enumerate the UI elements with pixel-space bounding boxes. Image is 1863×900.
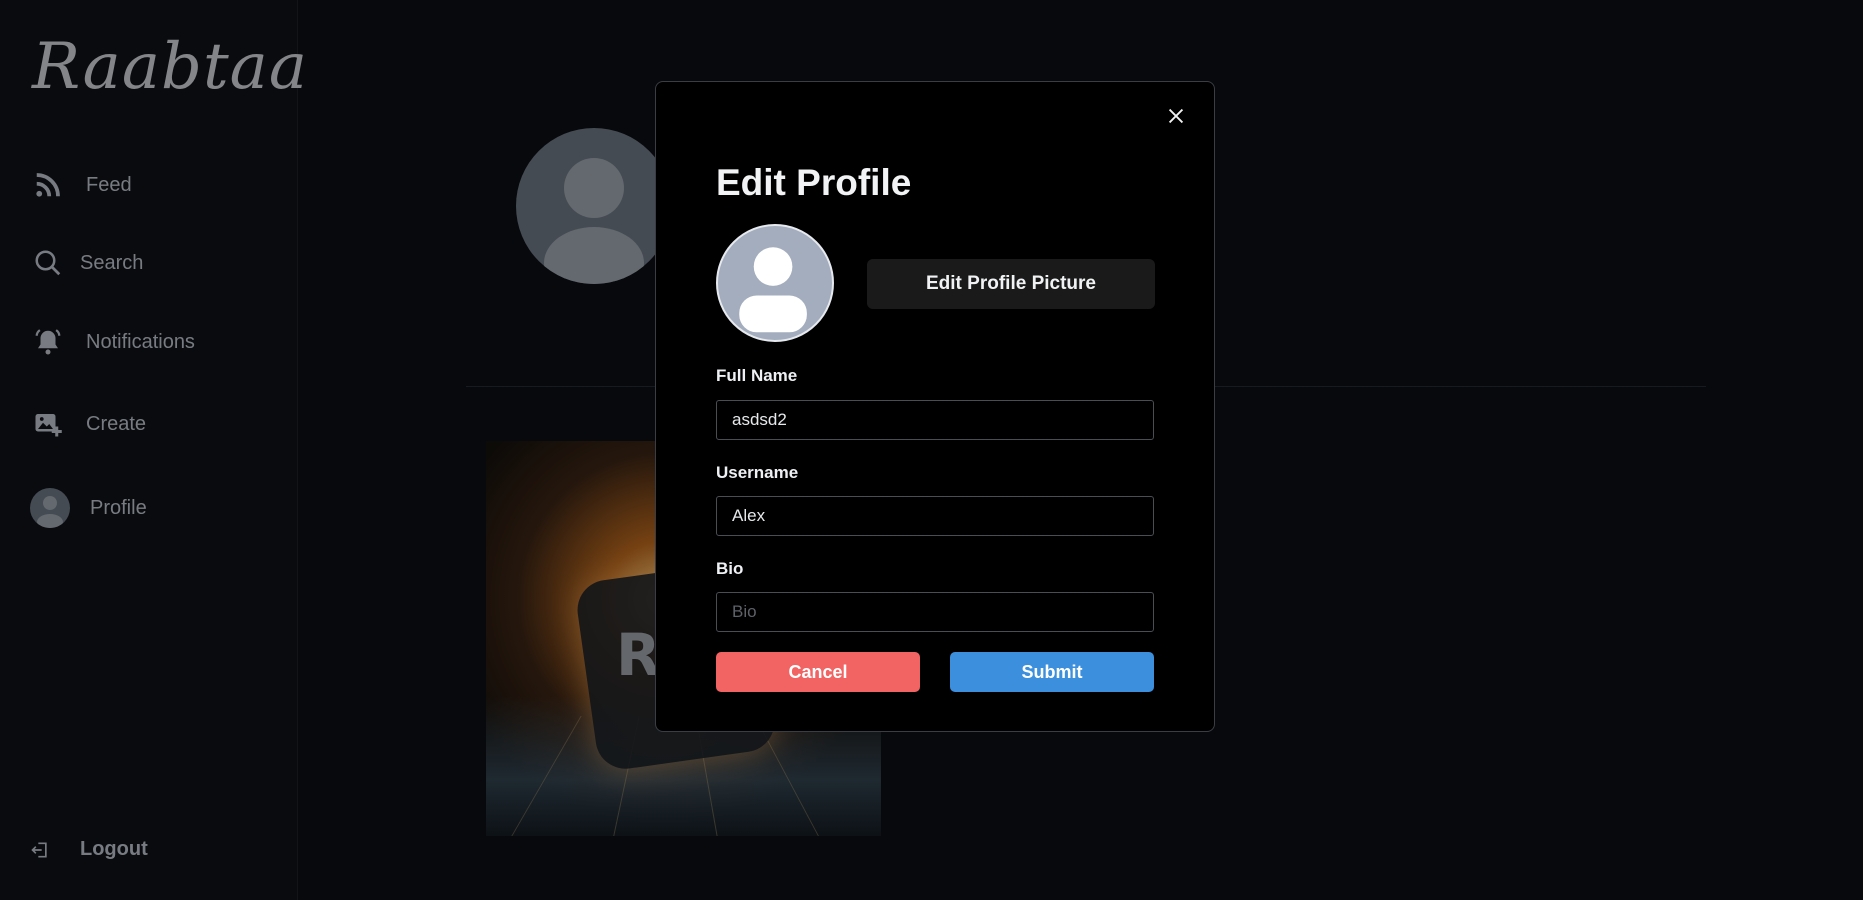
full-name-label: Full Name (716, 366, 798, 385)
cancel-button[interactable]: Cancel (716, 652, 920, 692)
full-name-input[interactable] (716, 400, 1154, 440)
edit-profile-picture-button[interactable]: Edit Profile Picture (867, 259, 1155, 309)
profile-picture-avatar (716, 224, 834, 342)
bio-label: Bio (716, 559, 744, 578)
close-icon (1168, 108, 1184, 124)
submit-button[interactable]: Submit (950, 652, 1154, 692)
username-label: Username (716, 463, 799, 482)
username-input[interactable] (716, 496, 1154, 536)
modal-title: Edit Profile (716, 162, 912, 203)
bio-input[interactable] (716, 592, 1154, 632)
close-button[interactable] (1160, 100, 1192, 132)
edit-profile-modal: Edit Profile Edit Profile Picture Full N… (655, 81, 1215, 732)
